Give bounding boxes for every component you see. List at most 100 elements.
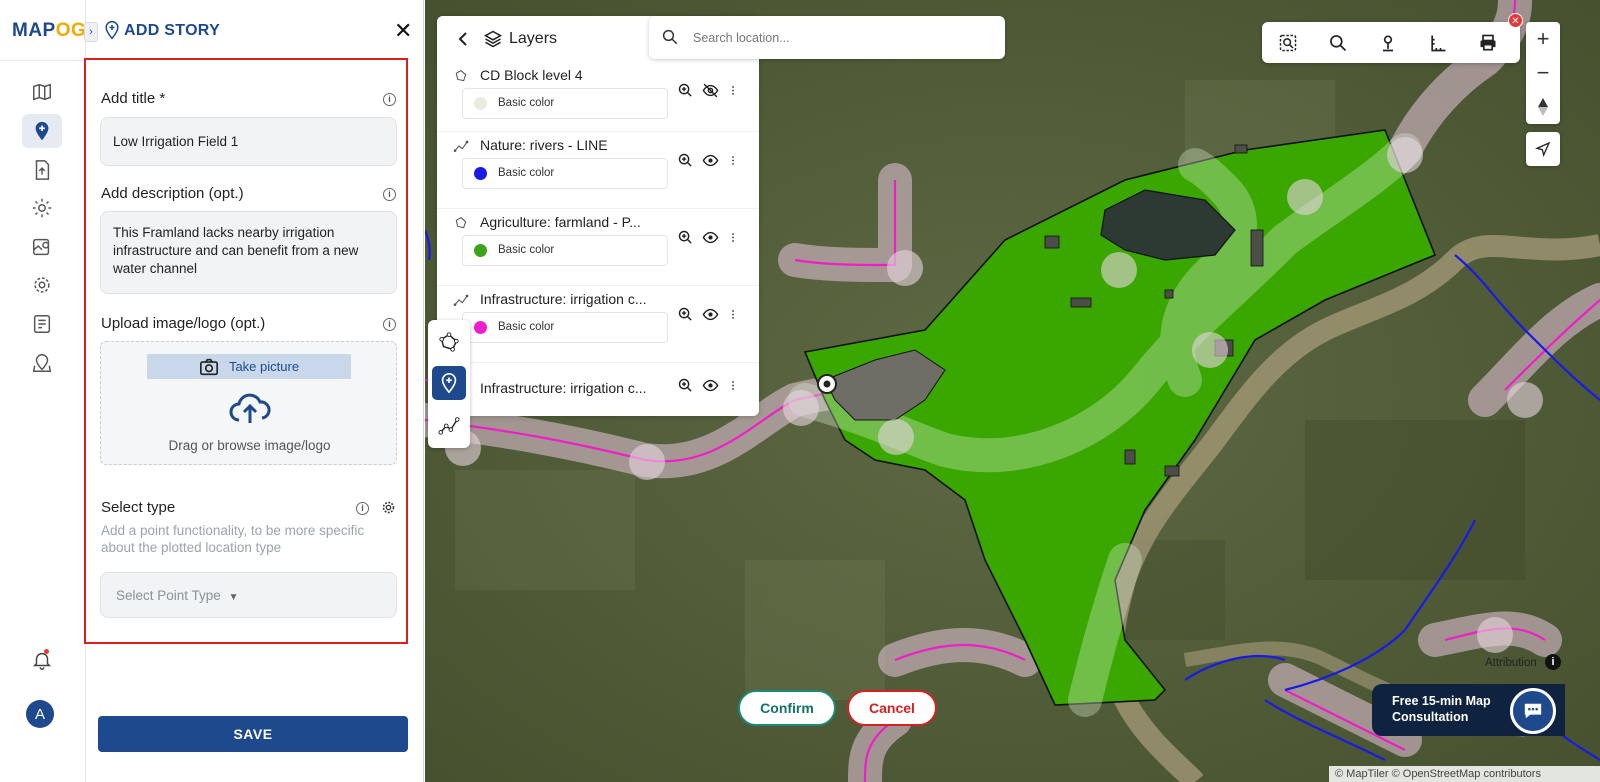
draw-point-button[interactable]	[432, 366, 466, 400]
layer-name: Infrastructure: irrigation c...	[480, 380, 647, 396]
notification-dot	[44, 649, 49, 654]
polygon-layer-icon	[455, 70, 467, 82]
settings-gear-icon[interactable]	[22, 191, 62, 225]
color-label: Basic color	[498, 244, 555, 256]
description-textarea[interactable]: This Framland lacks nearby irrigation in…	[100, 211, 397, 294]
compass-button[interactable]	[1526, 90, 1560, 124]
back-chevron-icon[interactable]	[457, 31, 469, 47]
zoom-in-button[interactable]: +	[1526, 22, 1560, 56]
eye-icon[interactable]	[702, 377, 719, 394]
print-icon[interactable]	[1478, 33, 1498, 53]
confirm-button[interactable]: Confirm	[738, 690, 836, 726]
layer-row-rivers[interactable]: Nature: rivers - LINE Basic color	[437, 132, 759, 209]
story-form: Add title * i Low Irrigation Field 1 Add…	[84, 58, 408, 644]
layer-name: Nature: rivers - LINE	[480, 137, 608, 153]
title-info-icon[interactable]: i	[383, 93, 396, 106]
description-label: Add description (opt.)	[101, 185, 244, 202]
upload-file-icon[interactable]	[22, 153, 62, 187]
zoom-to-layer-icon[interactable]	[677, 152, 694, 169]
layer-style-button[interactable]: Basic color	[462, 158, 668, 189]
layer-row-cd-block[interactable]: CD Block level 4 Basic color	[437, 62, 759, 132]
more-options-icon[interactable]	[727, 152, 739, 169]
title-input[interactable]: Low Irrigation Field 1	[100, 117, 397, 166]
select-type-info-icon[interactable]: i	[356, 502, 369, 515]
layer-row-irrigation-2[interactable]: Infrastructure: irrigation c...	[437, 363, 759, 416]
polygon-layer-icon	[455, 217, 467, 229]
report-icon[interactable]	[22, 307, 62, 341]
add-story-icon[interactable]	[22, 114, 62, 148]
measure-icon[interactable]	[1428, 33, 1448, 53]
pin-marker-icon[interactable]	[1378, 33, 1398, 53]
layer-style-button[interactable]: Basic color	[462, 88, 668, 119]
more-options-icon[interactable]	[727, 377, 739, 394]
left-rail: MAPOG A	[0, 0, 86, 782]
navigation-arrow-icon	[1535, 141, 1551, 157]
zoom-to-layer-icon[interactable]	[677, 82, 694, 99]
description-info-icon[interactable]: i	[383, 188, 396, 201]
eye-icon[interactable]	[702, 229, 719, 246]
layer-style-button[interactable]: Basic color	[462, 235, 668, 266]
cancel-button[interactable]: Cancel	[847, 690, 937, 726]
panel-header: ADD STORY ✕	[86, 0, 424, 60]
cog-icon[interactable]	[22, 268, 62, 302]
color-swatch	[474, 244, 487, 257]
draw-polygon-button[interactable]	[432, 325, 466, 359]
attribution-info-icon[interactable]: i	[1545, 654, 1561, 670]
chat-button[interactable]	[1510, 688, 1556, 734]
color-label: Basic color	[498, 97, 555, 109]
map-pin-layer-icon[interactable]	[22, 230, 62, 264]
user-avatar[interactable]: A	[26, 700, 54, 728]
notification-bell-icon[interactable]	[22, 643, 62, 677]
draw-tools	[428, 320, 470, 448]
take-picture-button[interactable]: Take picture	[147, 354, 351, 379]
type-settings-icon[interactable]	[381, 500, 396, 515]
color-swatch	[474, 167, 487, 180]
layer-row-farmland[interactable]: Agriculture: farmland - P... Basic color	[437, 209, 759, 286]
zoom-to-layer-icon[interactable]	[677, 377, 694, 394]
add-story-panel: › ADD STORY ✕ Add title * i Low Irrigati…	[84, 0, 424, 782]
eye-hidden-icon[interactable]	[702, 82, 719, 99]
save-button[interactable]: SAVE	[98, 716, 408, 752]
eye-icon[interactable]	[702, 152, 719, 169]
layer-name: Agriculture: farmland - P...	[480, 214, 641, 230]
zoom-to-layer-icon[interactable]	[677, 306, 694, 323]
map-icon[interactable]	[22, 75, 62, 109]
location-search-icon[interactable]	[22, 346, 62, 380]
color-swatch	[474, 97, 487, 110]
upload-info-icon[interactable]: i	[383, 318, 396, 331]
more-options-icon[interactable]	[727, 229, 739, 246]
toolbar-close-icon[interactable]: ✕	[1508, 13, 1523, 28]
eye-icon[interactable]	[702, 306, 719, 323]
search-location-input[interactable]	[693, 28, 983, 48]
draw-line-button[interactable]	[432, 408, 466, 442]
attribution-label[interactable]: Attribution	[1485, 657, 1537, 669]
select-type-label: Select type	[101, 499, 176, 516]
map-canvas[interactable]: Layers CD Block level 4 Basic color Natu…	[425, 0, 1600, 782]
layer-name: CD Block level 4	[480, 67, 583, 83]
location-search	[649, 16, 1005, 59]
close-icon[interactable]: ✕	[394, 18, 412, 44]
compass-icon	[1538, 98, 1548, 116]
layers-panel: Layers CD Block level 4 Basic color Natu…	[437, 16, 759, 416]
zoom-to-layer-icon[interactable]	[677, 229, 694, 246]
locate-me-button[interactable]	[1526, 132, 1560, 166]
zoom-out-button[interactable]: −	[1526, 56, 1560, 90]
title-label: Add title *	[101, 90, 166, 107]
layer-style-button[interactable]: Basic color	[462, 312, 668, 343]
mapog-logo[interactable]: MAPOG	[12, 20, 86, 42]
map-copyright[interactable]: © MapTiler © OpenStreetMap contributors	[1329, 766, 1600, 782]
more-options-icon[interactable]	[727, 306, 739, 323]
layer-row-irrigation-1[interactable]: Infrastructure: irrigation c... Basic co…	[437, 286, 759, 363]
panel-title: ADD STORY	[124, 22, 221, 39]
line-tool-icon	[438, 417, 460, 435]
upload-dropzone[interactable]: Take picture Drag or browse image/logo	[100, 341, 397, 465]
color-label: Basic color	[498, 167, 555, 179]
layers-icon	[483, 30, 503, 48]
zoom-control: + −	[1526, 22, 1560, 124]
chat-icon	[1524, 703, 1542, 719]
more-options-icon[interactable]	[727, 82, 739, 99]
cloud-upload-icon	[229, 393, 271, 423]
map-search-area-icon[interactable]	[1278, 33, 1298, 53]
search-icon[interactable]	[1328, 33, 1348, 53]
point-type-select[interactable]: Select Point Type ▼	[100, 572, 397, 618]
